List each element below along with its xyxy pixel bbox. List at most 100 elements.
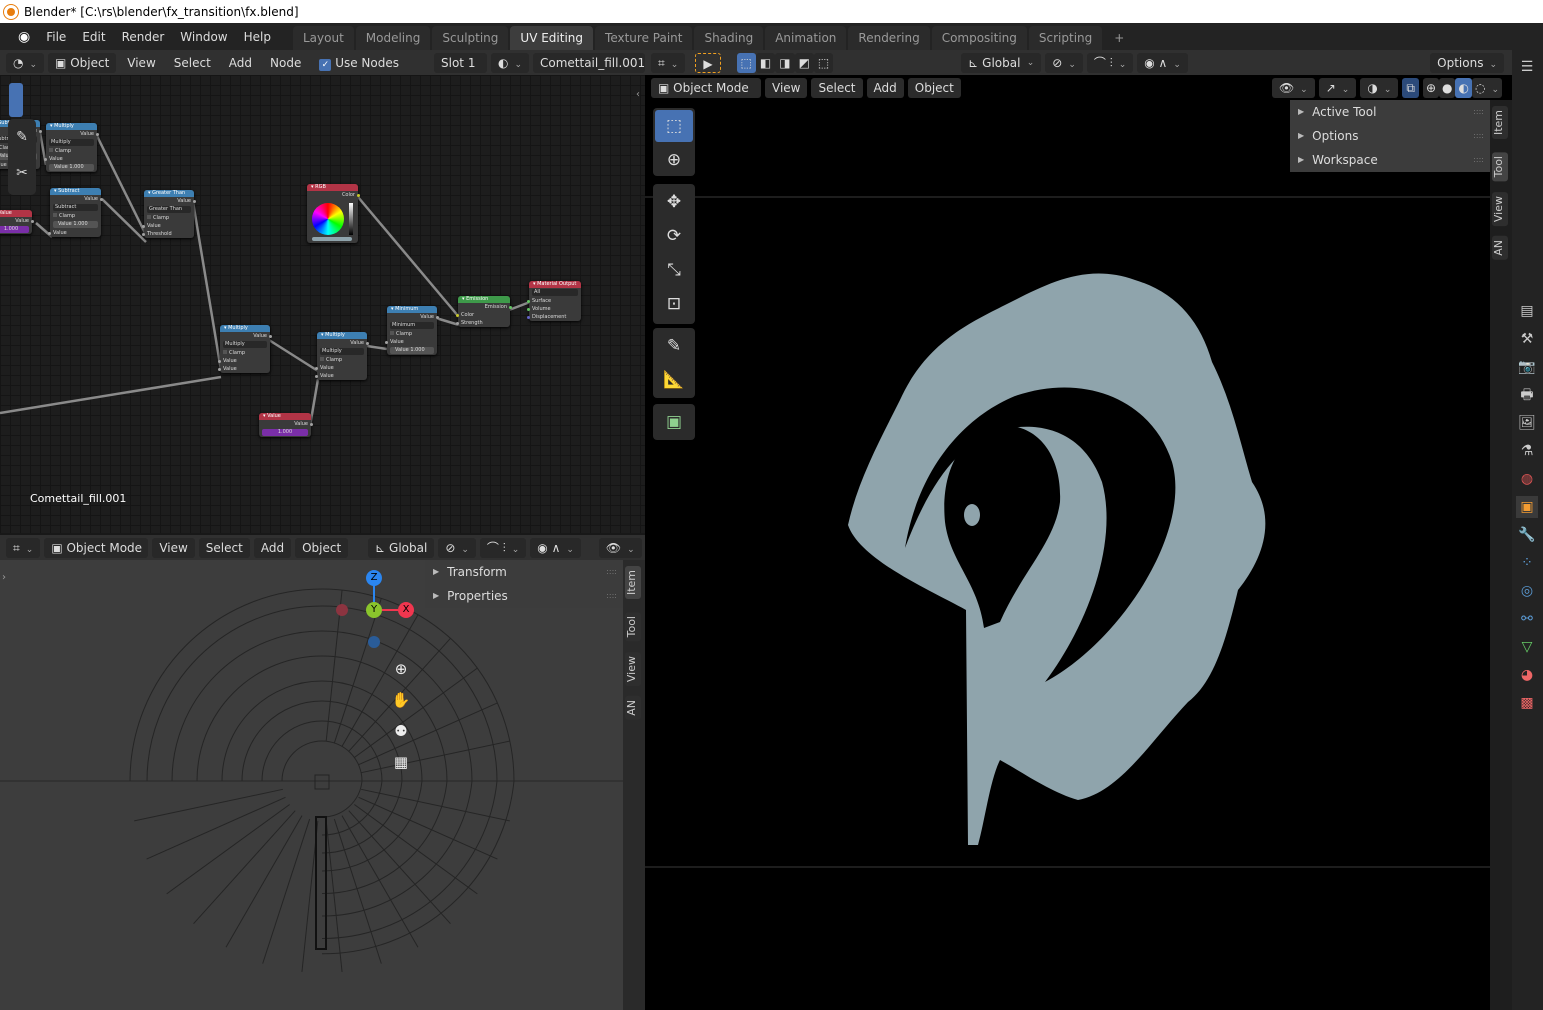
tab-compositing[interactable]: Compositing <box>931 26 1027 50</box>
menu-add[interactable]: Add <box>253 537 292 558</box>
socket-dot[interactable] <box>509 306 512 309</box>
socket-dot[interactable] <box>218 360 221 363</box>
add-workspace-button[interactable]: + <box>1104 26 1134 50</box>
select-new-mode[interactable]: ⬚ <box>736 52 756 73</box>
overlay-toggle[interactable]: ◑ ⌄ <box>1360 77 1399 98</box>
cursor-tool[interactable]: ⊕ <box>655 144 693 176</box>
gizmo-neg-z[interactable] <box>368 636 380 648</box>
node-canvas[interactable]: ▾ Multiply Value Multiply Clamp Value Value 1… <box>0 75 645 533</box>
add-cube-tool[interactable]: ▣ <box>655 406 693 438</box>
modifier-properties-icon[interactable]: 🔧 <box>1516 524 1538 546</box>
gizmo-z-axis[interactable]: Z <box>366 570 382 586</box>
visibility-dropdown[interactable]: 👁 ⌄ <box>1271 77 1315 98</box>
socket-dot[interactable] <box>142 225 145 228</box>
tab-tool[interactable]: Tool <box>625 612 641 642</box>
select-subtract-mode[interactable]: ◨ <box>775 52 795 73</box>
menu-render[interactable]: Render <box>114 30 173 44</box>
menu-view[interactable]: View <box>120 53 162 73</box>
outliner-icon[interactable]: ☰ <box>1516 56 1538 78</box>
node-socket-pf[interactable]: 1.000 <box>262 429 308 436</box>
material-properties-icon[interactable]: ◕ <box>1516 664 1538 686</box>
node-header[interactable]: ▾ Greater Than <box>144 190 194 197</box>
gizmo-x-axis[interactable]: X <box>398 602 414 618</box>
blender-menu-icon[interactable]: ◉ <box>10 29 38 45</box>
constraints-properties-icon[interactable]: ⚯ <box>1516 608 1538 630</box>
menu-node[interactable]: Node <box>263 53 308 73</box>
tab-item[interactable]: Item <box>1492 106 1508 140</box>
node-socket-chk[interactable]: Clamp <box>50 212 101 220</box>
particles-properties-icon[interactable]: ⁘ <box>1516 552 1538 574</box>
socket-dot[interactable] <box>39 130 42 133</box>
gizmo-y-axis[interactable]: Y <box>366 602 382 618</box>
socket-dot[interactable] <box>315 367 318 370</box>
zoom-icon[interactable]: ⊕ <box>390 654 412 685</box>
select-intersect-mode[interactable]: ⬚ <box>813 52 834 73</box>
node-header[interactable]: ▾ Multiply <box>46 123 97 130</box>
shading-rendered[interactable]: ◌ ⌄ <box>1471 77 1502 98</box>
tab-an[interactable]: AN <box>1492 236 1508 260</box>
scene-properties-icon[interactable]: ⚗ <box>1516 440 1538 462</box>
menu-select[interactable]: Select <box>167 53 218 73</box>
measure-tool[interactable]: 📐 <box>655 364 693 396</box>
socket-dot[interactable] <box>269 335 272 338</box>
pan-hand-icon[interactable]: ✋ <box>390 685 412 716</box>
camera-view-icon[interactable]: ⚉ <box>390 716 412 747</box>
node-header[interactable]: ▾ Multiply <box>317 332 367 339</box>
select-extend-mode[interactable]: ◧ <box>755 52 776 73</box>
tab-scripting[interactable]: Scripting <box>1028 26 1103 50</box>
socket-dot[interactable] <box>456 322 459 325</box>
orientation-dropdown[interactable]: ⊾ Global⌄ <box>368 537 435 573</box>
annotate-tool[interactable]: ✎ <box>655 330 693 362</box>
viewport-main[interactable]: ⬚ ⊕ ✥ ⟳ ⤡ ⊡ ✎ 📐 ▣ ▶ Active Tool:::: ▶ Opti… <box>645 100 1490 1010</box>
node-socket-chk[interactable]: Clamp <box>46 147 97 155</box>
viewport-small[interactable]: › Z Y X ⊕ ✋ ⚉ ▦ ▶ Transform:::: ▶ Properti… <box>0 560 623 1010</box>
mode-dropdown[interactable]: ▣ Object Mode⌄ <box>651 77 761 113</box>
menu-window[interactable]: Window <box>172 30 235 44</box>
panel-transform[interactable]: ▶ Transform:::: <box>425 560 623 584</box>
tab-item[interactable]: Item <box>625 566 641 600</box>
socket-dot[interactable] <box>48 232 51 235</box>
tab-shading[interactable]: Shading <box>694 26 764 50</box>
tab-modeling[interactable]: Modeling <box>355 26 431 50</box>
node-multiply[interactable]: ▾ Multiply Value Multiply Clamp Value Value <box>315 332 369 380</box>
node-socket-dd[interactable]: Greater Than <box>147 206 191 213</box>
sidebar-toggle-icon[interactable]: ‹ <box>636 89 640 100</box>
select-invert-mode[interactable]: ◩ <box>794 52 814 73</box>
socket-dot[interactable] <box>527 308 530 311</box>
node-header[interactable]: ▾ Multiply <box>220 325 270 332</box>
node-header[interactable]: ▾ Minimum <box>387 306 437 313</box>
data-properties-icon[interactable]: ▽ <box>1516 636 1538 658</box>
node-socket-chk[interactable]: Clamp <box>220 349 270 357</box>
output-properties-icon[interactable]: 🖶 <box>1516 384 1538 406</box>
node-emission[interactable]: ▾ Emission Emission Color Strength <box>456 296 512 327</box>
node-socket-dd[interactable]: All <box>532 289 578 296</box>
render-properties-icon[interactable]: 📷 <box>1516 356 1538 378</box>
tab-view[interactable]: View <box>625 652 641 687</box>
socket-dot[interactable] <box>527 300 530 303</box>
node-socket-fld[interactable]: Value 1.000 <box>49 164 94 171</box>
panel-active-tool[interactable]: ▶ Active Tool:::: <box>1290 100 1490 124</box>
tab-sculpting[interactable]: Sculpting <box>432 26 509 50</box>
panel-properties[interactable]: ▶ Properties:::: <box>425 584 623 608</box>
scale-tool[interactable]: ⤡ <box>655 254 693 286</box>
node-socket-dd[interactable]: Minimum <box>390 322 434 329</box>
node-header[interactable]: ▾ Subtract <box>50 188 101 195</box>
cut-links-icon[interactable]: ✂ <box>8 155 36 191</box>
node-header[interactable]: ▾ RGB <box>307 184 358 191</box>
snap-toggle[interactable]: ⌒ ⫶ ⌄ <box>479 537 527 558</box>
node-subtract[interactable]: ▾ SubtractValueSubtractClampValue 1.000V… <box>48 188 103 237</box>
texture-properties-icon[interactable]: ▩ <box>1516 692 1538 714</box>
node-greater-than[interactable]: ▾ Greater Than Value Greater Than Clamp Valu… <box>142 190 196 238</box>
socket-dot[interactable] <box>456 314 459 317</box>
node-value[interactable]: ▾ ValueValue1.000 <box>259 413 313 437</box>
panel-workspace[interactable]: ▶ Workspace:::: <box>1290 148 1490 172</box>
shading-solid[interactable]: ● <box>1439 77 1456 98</box>
node-socket-chk[interactable]: Clamp <box>144 214 194 222</box>
tab-texture-paint[interactable]: Texture Paint <box>595 26 693 50</box>
pivot-dropdown[interactable]: ⊘ ⌄ <box>438 537 476 558</box>
menu-file[interactable]: File <box>38 30 74 44</box>
move-tool[interactable]: ✥ <box>655 186 693 218</box>
annotate-icon[interactable]: ✎ <box>8 119 36 155</box>
physics-properties-icon[interactable]: ◎ <box>1516 580 1538 602</box>
tool-properties-icon[interactable]: ⚒ <box>1516 328 1538 350</box>
